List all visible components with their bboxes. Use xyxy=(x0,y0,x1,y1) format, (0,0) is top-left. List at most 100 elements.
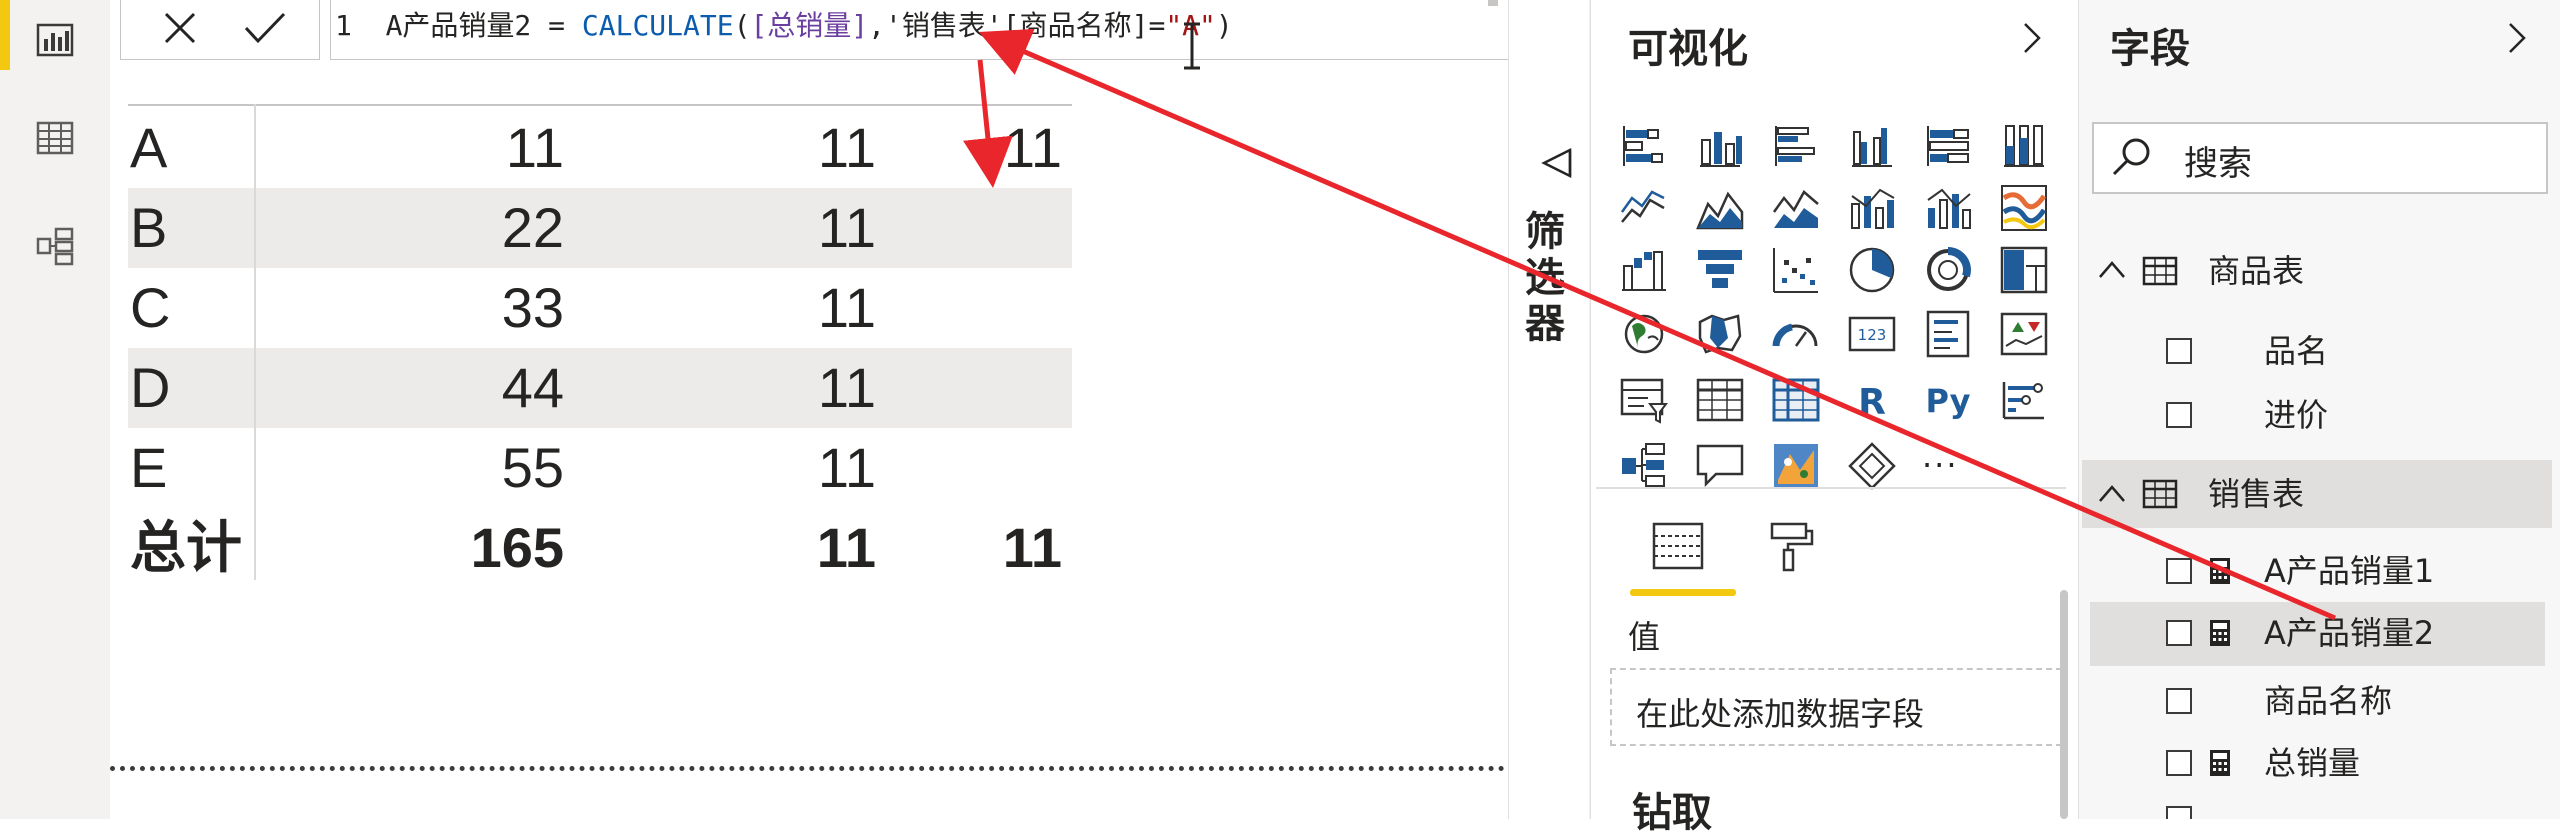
visualizations-scrollbar[interactable] xyxy=(2060,590,2068,819)
table-header-sales[interactable]: 销售表 xyxy=(2082,460,2552,528)
filters-label[interactable]: 筛选器 xyxy=(1518,210,1570,348)
chevron-right-icon xyxy=(2024,23,2041,53)
row-label: A xyxy=(130,116,168,179)
field-item[interactable]: A产品销量1 xyxy=(2090,540,2545,602)
filter-funnel-icon[interactable] xyxy=(1540,146,1574,184)
field-item[interactable]: 品名 xyxy=(2090,320,2545,382)
visualizations-title: 可视化 xyxy=(1628,26,1748,72)
field-item[interactable]: 商品名称 xyxy=(2090,670,2545,732)
total-label: 总计 xyxy=(130,516,242,579)
measure1-value: 11 xyxy=(817,116,876,179)
calculator-icon xyxy=(2210,620,2230,646)
kpi-icon[interactable] xyxy=(1998,308,2050,360)
funnel-chart-icon[interactable] xyxy=(1694,244,1746,296)
multi-row-card-icon[interactable] xyxy=(1922,308,1974,360)
qa-visual-icon[interactable] xyxy=(1694,440,1746,492)
map-globe-icon[interactable] xyxy=(1618,308,1670,360)
measure1-value: 11 xyxy=(816,516,876,579)
measure1-value: 11 xyxy=(817,356,876,419)
collapse-visualizations-button[interactable] xyxy=(2020,20,2044,60)
field-checkbox[interactable] xyxy=(2166,806,2192,819)
table-row: C 33 11 xyxy=(128,268,1072,348)
report-view-button[interactable] xyxy=(0,0,110,80)
format-tab-button[interactable] xyxy=(1762,518,1818,578)
python-visual-icon[interactable]: Py xyxy=(1918,374,1978,426)
field-checkbox[interactable] xyxy=(2166,688,2192,714)
field-item[interactable]: 进价 xyxy=(2090,384,2545,446)
row-label: C xyxy=(130,276,171,339)
decomposition-tree-icon[interactable] xyxy=(1618,440,1670,492)
model-view-button[interactable] xyxy=(0,206,110,286)
more-visuals-button[interactable]: ··· xyxy=(1922,446,1982,498)
filled-map-icon[interactable] xyxy=(1694,308,1746,360)
area-chart-icon[interactable] xyxy=(1694,182,1746,234)
table-grid-icon xyxy=(36,121,74,155)
formula-token: ,'销售表'[商品名称]= xyxy=(868,9,1166,42)
row-label: D xyxy=(130,356,171,419)
formula-token: ( xyxy=(733,9,751,42)
field-item-partial[interactable] xyxy=(2090,800,2545,819)
donut-chart-icon[interactable] xyxy=(1922,244,1974,296)
field-checkbox[interactable] xyxy=(2166,338,2192,364)
fields-well-icon xyxy=(1652,522,1704,570)
line-and-stacked-column-icon[interactable] xyxy=(1846,182,1898,234)
field-checkbox[interactable] xyxy=(2166,620,2192,646)
total-sales-value: 44 xyxy=(501,356,564,419)
search-input[interactable] xyxy=(2092,122,2548,194)
line-chart-icon[interactable] xyxy=(1618,182,1670,234)
scatter-chart-icon[interactable] xyxy=(1770,244,1822,296)
table-icon xyxy=(2142,479,2178,509)
data-view-button[interactable] xyxy=(0,98,110,178)
svg-text:R: R xyxy=(1858,382,1886,423)
stacked-bar-chart-icon[interactable] xyxy=(1618,120,1670,172)
arcgis-map-icon[interactable] xyxy=(1770,440,1822,492)
field-checkbox[interactable] xyxy=(2166,558,2192,584)
clustered-bar-chart-icon[interactable] xyxy=(1770,120,1822,172)
collapse-fields-button[interactable] xyxy=(2505,20,2529,60)
100-stacked-column-chart-icon[interactable] xyxy=(1998,120,2050,172)
field-item-selected[interactable]: A产品销量2 xyxy=(2090,602,2545,666)
card-icon[interactable]: 123 xyxy=(1846,308,1898,360)
field-item[interactable]: 总销量 xyxy=(2090,732,2545,794)
formula-token: CALCULATE xyxy=(581,9,734,42)
page-boundary xyxy=(110,766,1505,771)
total-sales-value: 33 xyxy=(501,276,564,339)
key-influencers-icon[interactable] xyxy=(1998,374,2050,426)
field-name: 品名 xyxy=(2264,332,2329,370)
formula-token: 1 A产品销量2 = xyxy=(335,9,582,42)
stacked-area-chart-icon[interactable] xyxy=(1770,182,1822,234)
line-and-clustered-column-icon[interactable] xyxy=(1922,182,1974,234)
ribbon-chart-icon[interactable] xyxy=(1998,182,2050,234)
filters-pane-collapsed[interactable] xyxy=(1508,0,1589,819)
r-script-visual-icon[interactable]: R xyxy=(1846,374,1898,426)
waterfall-chart-icon[interactable] xyxy=(1618,244,1670,296)
stacked-column-chart-icon[interactable] xyxy=(1694,120,1746,172)
fields-tab-button[interactable] xyxy=(1650,518,1706,578)
clustered-column-chart-icon[interactable] xyxy=(1846,120,1898,172)
table-row: B 22 11 xyxy=(128,188,1072,268)
treemap-icon[interactable] xyxy=(1998,244,2050,296)
matrix-visual-icon[interactable] xyxy=(1770,374,1822,426)
model-diagram-icon xyxy=(36,227,74,266)
text-cursor-icon xyxy=(1180,20,1204,76)
field-name: A产品销量1 xyxy=(2264,552,2435,590)
more-visuals-label: ··· xyxy=(1922,446,1959,484)
pie-chart-icon[interactable] xyxy=(1846,244,1898,296)
power-apps-icon[interactable] xyxy=(1846,440,1898,492)
slicer-icon[interactable] xyxy=(1618,374,1670,426)
svg-text:Py: Py xyxy=(1926,382,1971,420)
scroll-indicator xyxy=(1488,0,1498,6)
100-stacked-bar-chart-icon[interactable] xyxy=(1922,120,1974,172)
formula-cancel-button[interactable] xyxy=(140,0,220,56)
total-row: 总计 165 11 11 xyxy=(128,508,1072,588)
field-name: 总销量 xyxy=(2264,744,2361,782)
table-visual-icon[interactable] xyxy=(1694,374,1746,426)
field-checkbox[interactable] xyxy=(2166,402,2192,428)
matrix-column-divider xyxy=(254,104,256,580)
formula-token: ) xyxy=(1215,9,1233,42)
field-checkbox[interactable] xyxy=(2166,750,2192,776)
gauge-icon[interactable] xyxy=(1770,308,1822,360)
measure1-value: 11 xyxy=(817,436,876,499)
table-header-product[interactable]: 商品表 xyxy=(2090,240,2545,302)
formula-commit-button[interactable] xyxy=(225,0,305,56)
